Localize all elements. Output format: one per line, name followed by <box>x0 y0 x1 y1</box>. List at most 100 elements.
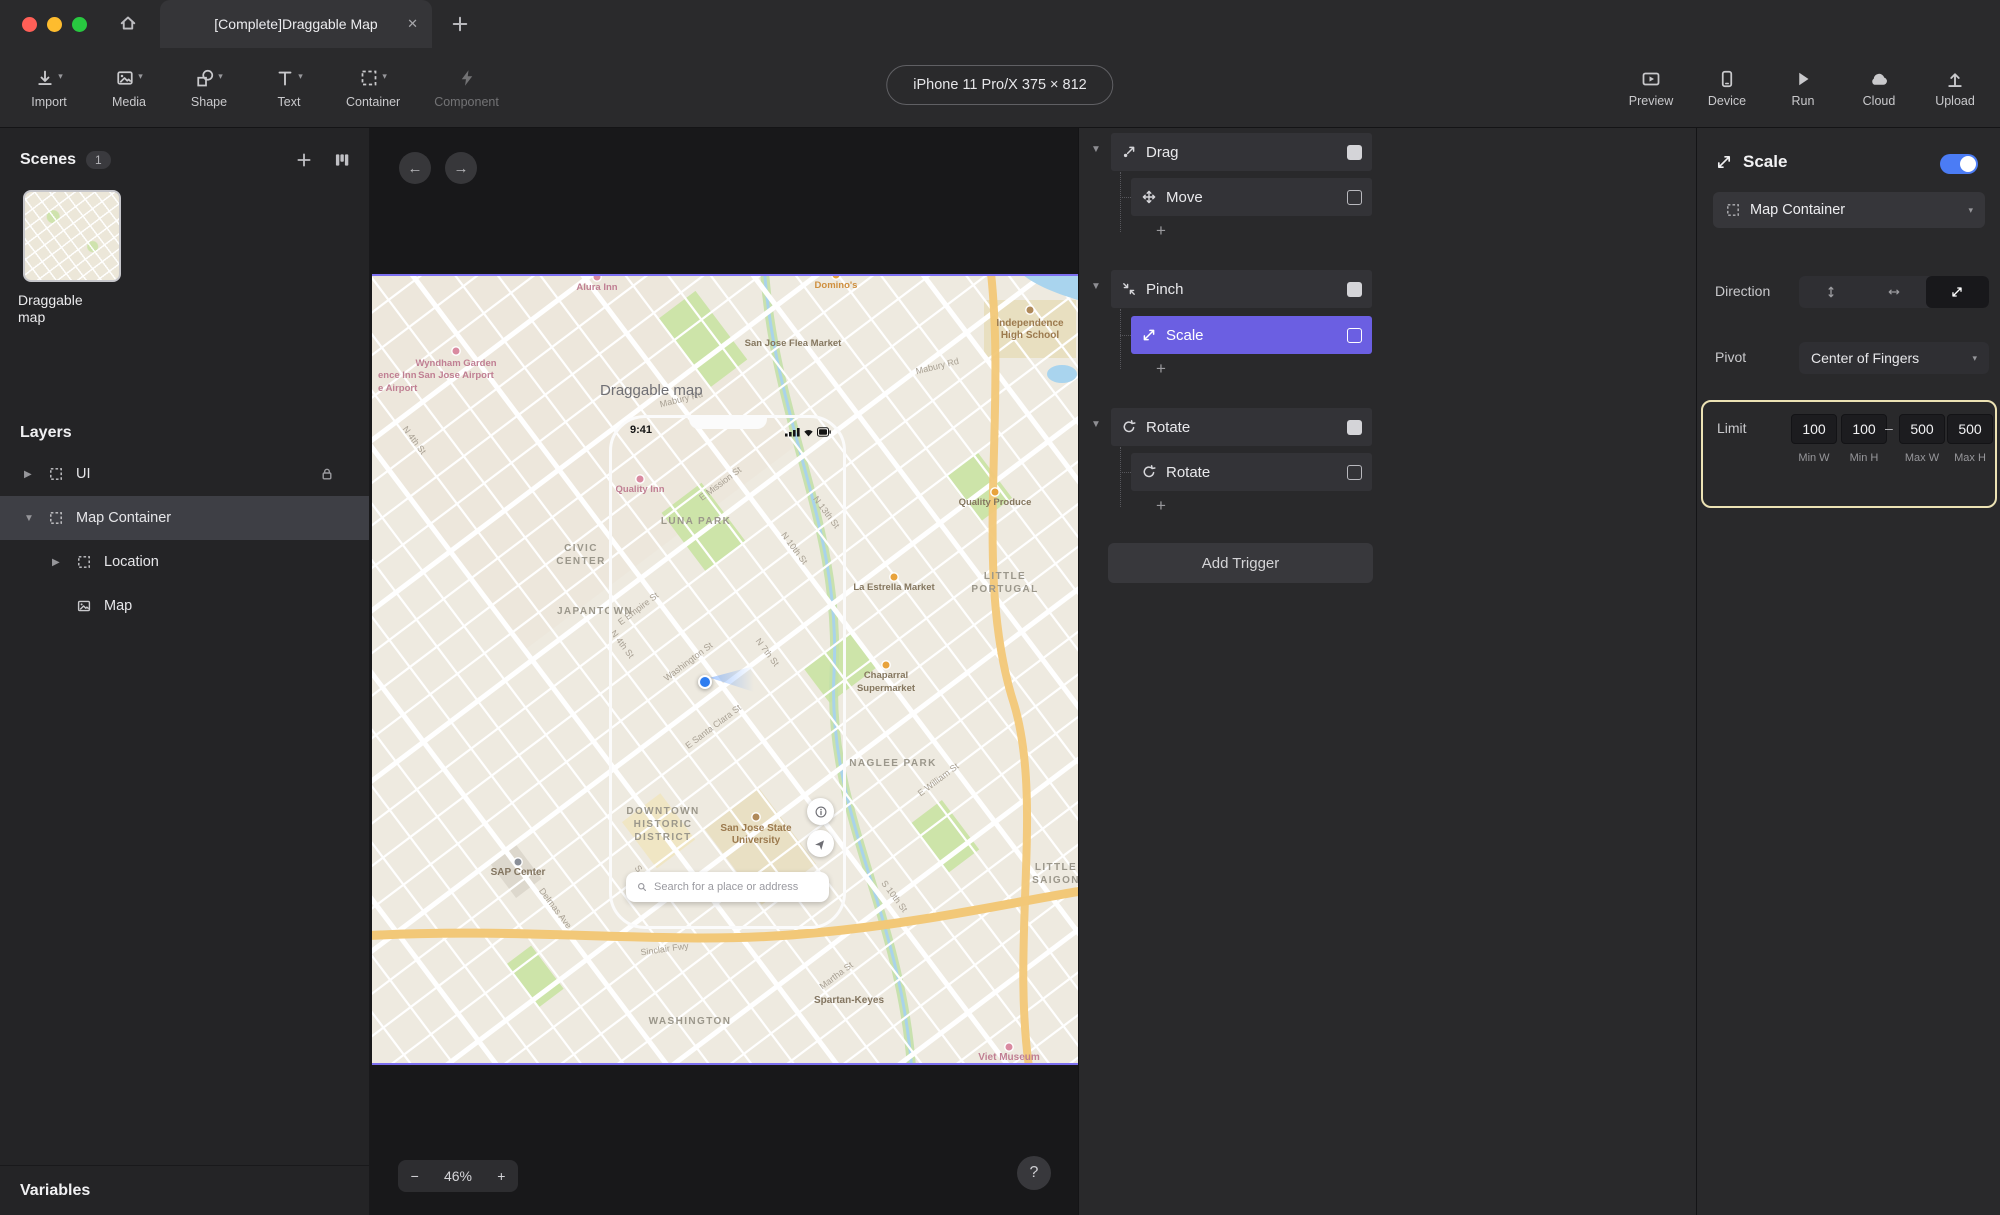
zoom-out-button[interactable]: − <box>411 1168 419 1184</box>
variables-section[interactable]: Variables <box>0 1165 369 1215</box>
component-button[interactable]: Component <box>434 68 499 109</box>
response-checkbox[interactable] <box>1347 190 1362 205</box>
run-icon <box>1793 69 1813 89</box>
add-response-button[interactable]: + <box>1153 496 1169 516</box>
trigger-row-rotate[interactable]: Rotate <box>1111 408 1372 446</box>
direction-horizontal-button[interactable] <box>1862 276 1925 308</box>
collapse-trigger-icon[interactable]: ▼ <box>1091 419 1101 430</box>
pivot-dropdown[interactable]: Center of Fingers ▾ <box>1799 342 1989 374</box>
status-bar-icons <box>785 426 831 438</box>
redo-forward-button[interactable]: → <box>445 152 477 184</box>
layer-row-location[interactable]: ▶ Location <box>0 540 369 584</box>
direction-both-button[interactable] <box>1926 276 1989 308</box>
rotate-icon <box>1141 464 1157 480</box>
artboard-label[interactable]: Draggable map <box>600 382 703 399</box>
layer-row-map[interactable]: Map <box>0 584 369 628</box>
max-height-input[interactable]: 500 <box>1947 414 1993 444</box>
media-button[interactable]: ▾ Media <box>106 68 152 109</box>
trigger-row-pinch[interactable]: Pinch <box>1111 270 1372 308</box>
add-response-button[interactable]: + <box>1153 359 1169 379</box>
trigger-checkbox[interactable] <box>1347 145 1362 160</box>
expand-collapse-icon[interactable]: ▶ <box>52 557 64 568</box>
trigger-checkbox[interactable] <box>1347 420 1362 435</box>
search-placeholder: Search for a place or address <box>654 881 798 893</box>
phone-notch <box>689 417 767 429</box>
shape-button[interactable]: ▾ Shape <box>186 68 232 109</box>
zoom-level: 46% <box>444 1168 472 1184</box>
map-container-artboard[interactable]: Alura InnDomino'sSan Jose Flea MarketInd… <box>372 274 1078 1065</box>
upload-button[interactable]: Upload <box>1932 69 1978 108</box>
scene-thumbnail[interactable] <box>23 190 121 282</box>
help-button[interactable]: ? <box>1017 1156 1051 1190</box>
container-button[interactable]: ▾ Container <box>346 68 400 109</box>
scale-icon <box>1715 153 1733 171</box>
new-tab-button[interactable] <box>450 14 470 34</box>
undo-back-button[interactable]: ← <box>399 152 431 184</box>
min-width-input[interactable]: 100 <box>1791 414 1837 444</box>
collapse-trigger-icon[interactable]: ▼ <box>1091 281 1101 292</box>
preview-button[interactable]: Preview <box>1628 69 1674 108</box>
diagonal-arrows-icon <box>1950 285 1964 299</box>
layer-row-ui[interactable]: ▶ UI <box>0 452 369 496</box>
device-selector[interactable]: iPhone 11 Pro/X 375 × 812 <box>886 65 1113 105</box>
maximize-window-button[interactable] <box>72 17 87 32</box>
home-icon[interactable] <box>118 13 138 33</box>
min-height-input[interactable]: 100 <box>1841 414 1887 444</box>
svg-text:CENTER: CENTER <box>556 556 606 567</box>
response-row-rotate[interactable]: Rotate <box>1131 453 1372 491</box>
enable-toggle[interactable] <box>1940 154 1978 174</box>
max-width-input[interactable]: 500 <box>1899 414 1945 444</box>
scene-name-label: Draggable map <box>18 292 108 326</box>
text-icon <box>275 68 295 88</box>
cloud-icon <box>1869 69 1889 89</box>
svg-text:Viet Museum: Viet Museum <box>978 1052 1040 1063</box>
properties-panel: Scale Map Container ▾ Direction Pivot Ce… <box>1696 128 2000 1215</box>
add-trigger-button[interactable]: Add Trigger <box>1108 543 1373 583</box>
selection-border-bottom <box>372 1063 1078 1065</box>
move-icon <box>1141 189 1157 205</box>
svg-text:ence Inn: ence Inn <box>378 370 417 381</box>
trigger-row-drag[interactable]: Drag <box>1111 133 1372 171</box>
lock-icon[interactable] <box>319 466 335 482</box>
container-layer-icon <box>76 554 92 570</box>
response-checkbox[interactable] <box>1347 465 1362 480</box>
range-dash: – <box>1885 420 1893 436</box>
add-scene-button[interactable] <box>295 151 313 169</box>
zoom-in-button[interactable]: + <box>497 1168 505 1184</box>
device-button[interactable]: Device <box>1704 69 1750 108</box>
expand-collapse-icon[interactable]: ▼ <box>24 513 36 524</box>
run-button[interactable]: Run <box>1780 69 1826 108</box>
expand-collapse-icon[interactable]: ▶ <box>24 469 36 480</box>
scenes-header: Scenes 1 <box>0 138 369 182</box>
shape-icon <box>195 68 215 88</box>
layer-row-map-container[interactable]: ▼ Map Container <box>0 496 369 540</box>
svg-text:San Jose Flea Market: San Jose Flea Market <box>745 338 842 349</box>
response-row-move[interactable]: Move <box>1131 178 1372 216</box>
import-button[interactable]: ▾ Import <box>26 68 72 109</box>
trigger-checkbox[interactable] <box>1347 282 1362 297</box>
response-checkbox[interactable] <box>1347 328 1362 343</box>
close-tab-icon[interactable]: ✕ <box>407 16 418 32</box>
document-tab[interactable]: [Complete]Draggable Map ✕ <box>160 0 432 48</box>
add-response-button[interactable]: + <box>1153 221 1169 241</box>
cloud-button[interactable]: Cloud <box>1856 69 1902 108</box>
chevron-down-icon: ▾ <box>218 71 223 82</box>
chevron-down-icon: ▾ <box>1972 353 1977 364</box>
chevron-down-icon: ▾ <box>298 71 303 82</box>
drag-icon <box>1121 144 1137 160</box>
close-window-button[interactable] <box>22 17 37 32</box>
collapse-trigger-icon[interactable]: ▼ <box>1091 144 1101 155</box>
text-button[interactable]: ▾ Text <box>266 68 312 109</box>
image-layer-icon <box>76 598 92 614</box>
canvas[interactable]: ← → <box>370 128 1078 1215</box>
target-layer-dropdown[interactable]: Map Container ▾ <box>1713 192 1985 228</box>
minimize-window-button[interactable] <box>47 17 62 32</box>
direction-vertical-button[interactable] <box>1799 276 1862 308</box>
svg-text:Supermarket: Supermarket <box>857 683 916 694</box>
vertical-arrows-icon <box>1824 285 1838 299</box>
response-row-scale-selected[interactable]: Scale <box>1131 316 1372 354</box>
phone-frame-overlay[interactable]: 9:41 Search for a place or address <box>609 415 846 929</box>
scene-list-view-icon[interactable] <box>333 151 351 169</box>
svg-text:NAGLEE PARK: NAGLEE PARK <box>849 758 936 769</box>
svg-text:CIVIC: CIVIC <box>564 543 598 554</box>
